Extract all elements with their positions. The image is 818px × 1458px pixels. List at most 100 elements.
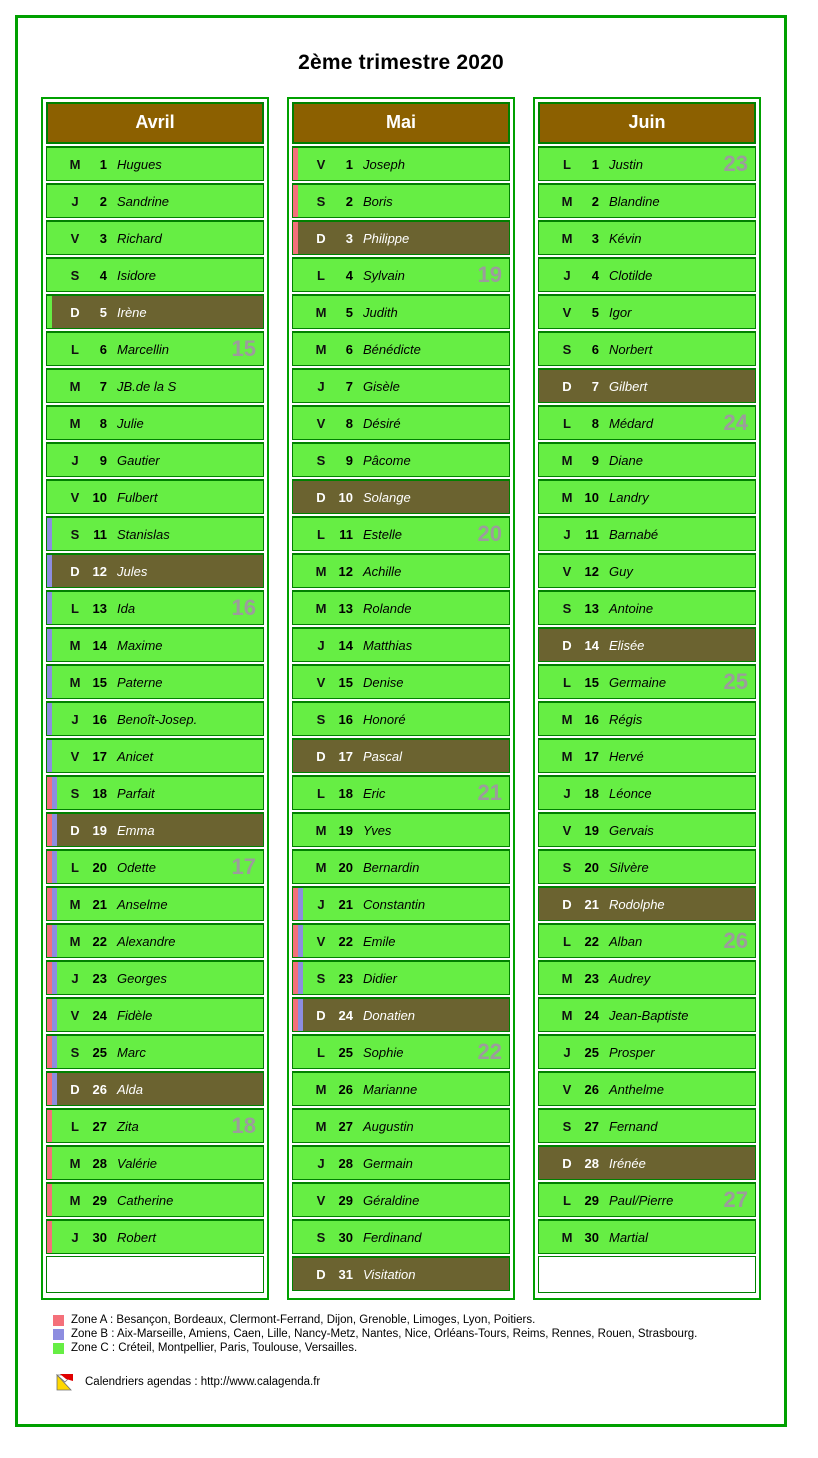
day-row[interactable]: M 9 Diane [538, 442, 756, 477]
day-row[interactable]: L 27 Zita 18 [46, 1108, 264, 1143]
day-row[interactable]: M 26 Marianne [292, 1071, 510, 1106]
day-row[interactable]: M 24 Jean-Baptiste [538, 997, 756, 1032]
day-row[interactable]: M 3 Kévin [538, 220, 756, 255]
day-row[interactable]: V 1 Joseph [292, 146, 510, 181]
day-row[interactable]: L 29 Paul/Pierre 27 [538, 1182, 756, 1217]
day-row[interactable]: M 27 Augustin [292, 1108, 510, 1143]
day-row[interactable]: V 24 Fidèle [46, 997, 264, 1032]
day-row[interactable]: V 8 Désiré [292, 405, 510, 440]
day-row[interactable]: M 29 Catherine [46, 1182, 264, 1217]
day-row[interactable]: D 21 Rodolphe [538, 886, 756, 921]
day-row[interactable]: J 14 Matthias [292, 627, 510, 662]
day-row[interactable]: V 15 Denise [292, 664, 510, 699]
day-row[interactable]: S 13 Antoine [538, 590, 756, 625]
day-row[interactable]: D 7 Gilbert [538, 368, 756, 403]
day-row[interactable]: S 18 Parfait [46, 775, 264, 810]
day-row[interactable]: D 26 Alda [46, 1071, 264, 1106]
day-row[interactable]: M 30 Martial [538, 1219, 756, 1254]
day-row[interactable]: M 6 Bénédicte [292, 331, 510, 366]
day-row[interactable]: L 1 Justin 23 [538, 146, 756, 181]
day-row[interactable]: L 4 Sylvain 19 [292, 257, 510, 292]
day-row[interactable]: V 17 Anicet [46, 738, 264, 773]
day-row[interactable]: S 20 Silvère [538, 849, 756, 884]
day-row[interactable]: D 12 Jules [46, 553, 264, 588]
day-row[interactable]: V 5 Igor [538, 294, 756, 329]
day-row[interactable]: S 25 Marc [46, 1034, 264, 1069]
day-row[interactable]: D 28 Irénée [538, 1145, 756, 1180]
day-row[interactable]: L 20 Odette 17 [46, 849, 264, 884]
day-row[interactable]: L 25 Sophie 22 [292, 1034, 510, 1069]
day-of-week: L [317, 785, 325, 801]
day-row[interactable]: M 13 Rolande [292, 590, 510, 625]
day-row[interactable]: D 31 Visitation [292, 1256, 510, 1291]
day-row[interactable]: S 23 Didier [292, 960, 510, 995]
day-row[interactable]: M 5 Judith [292, 294, 510, 329]
day-row[interactable]: M 23 Audrey [538, 960, 756, 995]
day-row[interactable]: S 6 Norbert [538, 331, 756, 366]
day-row[interactable]: D 3 Philippe [292, 220, 510, 255]
day-row[interactable]: M 8 Julie [46, 405, 264, 440]
day-row[interactable]: M 22 Alexandre [46, 923, 264, 958]
day-row[interactable]: M 19 Yves [292, 812, 510, 847]
day-row[interactable]: D 10 Solange [292, 479, 510, 514]
day-row[interactable]: S 4 Isidore [46, 257, 264, 292]
day-row[interactable]: J 18 Léonce [538, 775, 756, 810]
day-row[interactable]: D 5 Irène [46, 294, 264, 329]
day-row[interactable]: M 15 Paterne [46, 664, 264, 699]
day-row[interactable]: L 15 Germaine 25 [538, 664, 756, 699]
day-row[interactable]: V 29 Géraldine [292, 1182, 510, 1217]
day-row[interactable]: J 4 Clotilde [538, 257, 756, 292]
day-row[interactable]: J 7 Gisèle [292, 368, 510, 403]
day-row[interactable]: M 14 Maxime [46, 627, 264, 662]
day-row[interactable]: M 12 Achille [292, 553, 510, 588]
day-row[interactable]: J 21 Constantin [292, 886, 510, 921]
day-row[interactable]: M 16 Régis [538, 701, 756, 736]
day-row[interactable]: S 16 Honoré [292, 701, 510, 736]
day-row[interactable]: V 26 Anthelme [538, 1071, 756, 1106]
day-row[interactable]: S 11 Stanislas [46, 516, 264, 551]
day-row[interactable]: V 12 Guy [538, 553, 756, 588]
day-number: 16 [92, 711, 107, 727]
day-row[interactable]: M 7 JB.de la S [46, 368, 264, 403]
day-row[interactable]: L 8 Médard 24 [538, 405, 756, 440]
day-row[interactable]: D 19 Emma [46, 812, 264, 847]
day-row[interactable]: S 2 Boris [292, 183, 510, 218]
saint-name: Marc [117, 1044, 146, 1060]
day-row[interactable]: S 9 Pâcome [292, 442, 510, 477]
day-row[interactable]: V 19 Gervais [538, 812, 756, 847]
day-row[interactable]: D 14 Elisée [538, 627, 756, 662]
day-row[interactable]: D 24 Donatien [292, 997, 510, 1032]
day-row[interactable]: V 22 Emile [292, 923, 510, 958]
day-row[interactable]: S 30 Ferdinand [292, 1219, 510, 1254]
day-row[interactable]: S 27 Fernand [538, 1108, 756, 1143]
day-row[interactable]: M 10 Landry [538, 479, 756, 514]
saint-name: Emma [117, 822, 155, 838]
day-row[interactable]: V 3 Richard [46, 220, 264, 255]
day-row[interactable]: L 13 Ida 16 [46, 590, 264, 625]
day-row[interactable]: M 17 Hervé [538, 738, 756, 773]
day-row[interactable]: M 20 Bernardin [292, 849, 510, 884]
day-row[interactable]: J 28 Germain [292, 1145, 510, 1180]
day-row[interactable]: M 21 Anselme [46, 886, 264, 921]
saint-name: Parfait [117, 785, 155, 801]
day-row[interactable]: J 23 Georges [46, 960, 264, 995]
day-row[interactable]: J 2 Sandrine [46, 183, 264, 218]
day-of-week: J [563, 267, 571, 283]
day-row[interactable]: M 2 Blandine [538, 183, 756, 218]
day-number: 29 [92, 1192, 107, 1208]
day-row[interactable]: J 30 Robert [46, 1219, 264, 1254]
footer-link-text[interactable]: Calendriers agendas : http://www.calagen… [85, 1376, 320, 1388]
day-row[interactable]: L 6 Marcellin 15 [46, 331, 264, 366]
day-row[interactable]: J 9 Gautier [46, 442, 264, 477]
saint-name: Médard [609, 415, 654, 431]
day-row[interactable]: J 25 Prosper [538, 1034, 756, 1069]
day-row[interactable]: D 17 Pascal [292, 738, 510, 773]
day-row[interactable]: M 28 Valérie [46, 1145, 264, 1180]
day-row[interactable]: V 10 Fulbert [46, 479, 264, 514]
day-row[interactable]: J 16 Benoît-Josep. [46, 701, 264, 736]
day-row[interactable]: L 22 Alban 26 [538, 923, 756, 958]
day-row[interactable]: M 1 Hugues [46, 146, 264, 181]
day-row[interactable]: J 11 Barnabé [538, 516, 756, 551]
day-row[interactable]: L 11 Estelle 20 [292, 516, 510, 551]
day-row[interactable]: L 18 Eric 21 [292, 775, 510, 810]
